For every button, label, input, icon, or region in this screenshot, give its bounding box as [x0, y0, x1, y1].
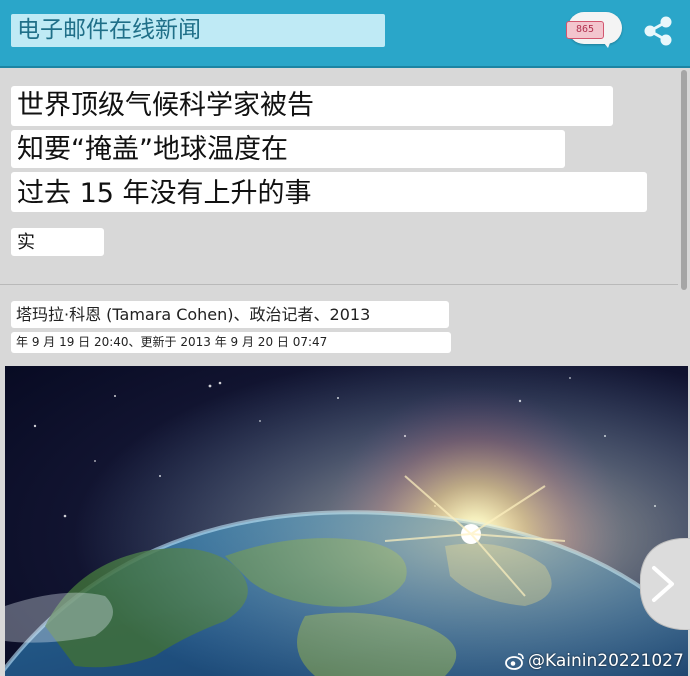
headline-line-1: 世界顶级气候科学家被告 [11, 86, 613, 126]
scrollbar[interactable] [680, 68, 688, 298]
earth-from-space-image [5, 366, 688, 676]
headline-line-4: 实 [11, 228, 104, 256]
notification-count: 865 [566, 21, 604, 39]
scrollbar-thumb[interactable] [681, 70, 687, 290]
watermark-text: @Kainin20221027 [528, 651, 684, 671]
weibo-icon [505, 653, 524, 670]
top-bar: 电子邮件在线新闻 865 [0, 0, 690, 68]
divider [0, 284, 678, 285]
byline: 塔玛拉·科恩 (Tamara Cohen)、政治记者、2013 [11, 301, 449, 328]
notification-button[interactable]: 865 [562, 12, 624, 50]
article-hero-image [5, 366, 688, 676]
share-icon [644, 16, 672, 46]
app-title: 电子邮件在线新闻 [11, 14, 385, 47]
speech-bubble-tail [600, 38, 612, 48]
next-article-button[interactable] [639, 537, 690, 631]
headline-line-3: 过去 15 年没有上升的事 [11, 172, 647, 212]
headline-line-2: 知要“掩盖”地球温度在 [11, 130, 565, 168]
share-button[interactable] [640, 14, 676, 48]
dateline: 年 9 月 19 日 20:40、更新于 2013 年 9 月 20 日 07:… [11, 332, 451, 353]
watermark: @Kainin20221027 [505, 649, 684, 673]
chevron-right-icon [639, 537, 690, 631]
